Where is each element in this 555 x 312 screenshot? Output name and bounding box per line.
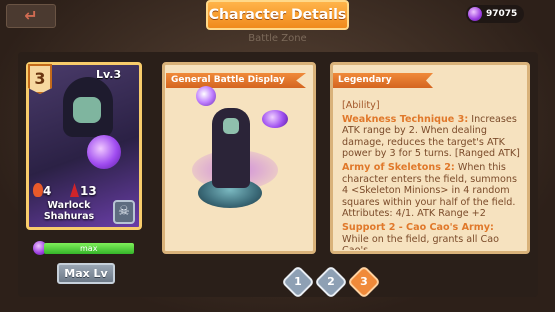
max-level-button[interactable]: Max Lv bbox=[57, 263, 115, 284]
purple-gem-icon bbox=[468, 7, 482, 21]
page-subtitle: Battle Zone bbox=[248, 33, 307, 44]
legendary-general-ribbon: Legendary General bbox=[333, 73, 433, 88]
skull-shield-icon: ☠ bbox=[113, 200, 135, 224]
page-number: 2 bbox=[327, 275, 335, 288]
ability-text: While on the field, grants all Cao Cao's bbox=[342, 233, 499, 250]
attack-flame-icon bbox=[33, 183, 43, 197]
magic-orb-right bbox=[262, 110, 288, 128]
ability-name: Army of Skeletons 2: bbox=[342, 161, 455, 173]
ability-name: Weakness Technique 3: bbox=[342, 113, 469, 125]
back-arrow-icon: ↵ bbox=[24, 6, 38, 25]
currency-display: 97075 bbox=[466, 5, 524, 23]
page-number: 1 bbox=[294, 275, 302, 288]
ability-entry: Army of Skeletons 2: When this character… bbox=[342, 162, 522, 220]
currency-value: 97075 bbox=[486, 9, 518, 19]
page-number: 3 bbox=[360, 275, 368, 288]
rank-badge: 3 bbox=[28, 64, 52, 94]
ability-description[interactable]: [Ability] Weakness Technique 3: Increase… bbox=[342, 100, 522, 250]
xp-label: max bbox=[80, 244, 98, 253]
character-name: Warlock Shahuras bbox=[43, 200, 95, 222]
health-value: 13 bbox=[80, 184, 97, 198]
magic-orb bbox=[87, 135, 121, 169]
back-button[interactable]: ↵ bbox=[6, 4, 56, 28]
character-face bbox=[73, 97, 101, 123]
battle-display-ribbon: General Battle Display bbox=[166, 73, 306, 88]
ability-section-label: [Ability] bbox=[342, 100, 380, 111]
attack-value: 4 bbox=[43, 184, 52, 198]
magic-orb-left bbox=[196, 86, 216, 106]
ability-entry: Weakness Technique 3: Increases ATK rang… bbox=[342, 114, 522, 160]
ability-entry: Support 2 - Cao Cao's Army: While on the… bbox=[342, 222, 522, 250]
level-label: Lv.3 bbox=[96, 68, 122, 81]
page-title: Character Details bbox=[206, 0, 349, 30]
character-figure-face bbox=[223, 118, 239, 134]
ability-name: Support 2 - Cao Cao's Army: bbox=[342, 221, 494, 233]
